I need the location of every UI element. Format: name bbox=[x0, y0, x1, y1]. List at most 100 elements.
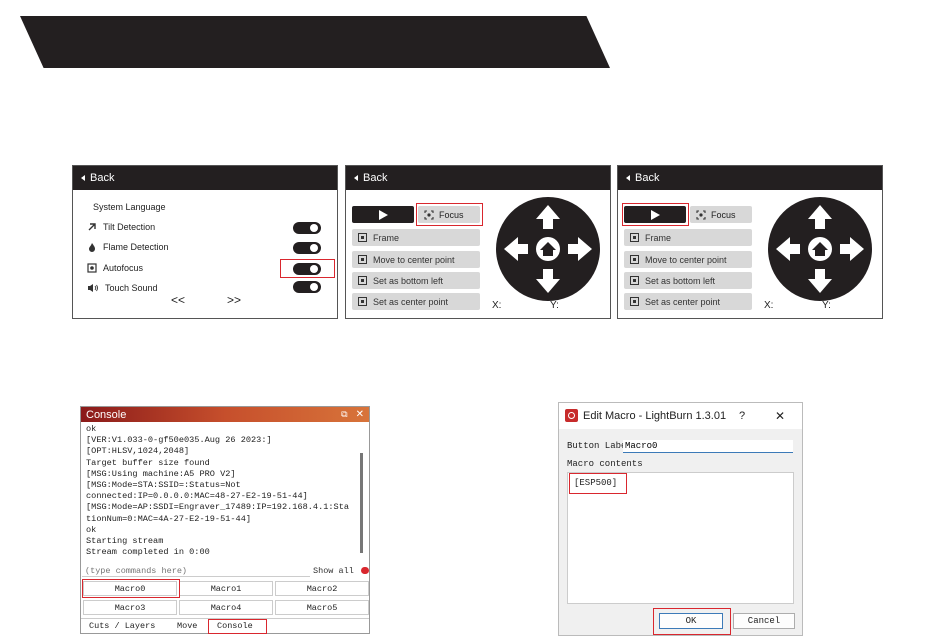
macro-contents-highlight bbox=[569, 473, 627, 494]
back-label: Back bbox=[90, 172, 115, 184]
setting-row-flame: Flame Detection bbox=[87, 242, 169, 252]
flame-detection-label: Flame Detection bbox=[103, 242, 169, 252]
show-all-label: Show all bbox=[313, 566, 354, 576]
macro3-button[interactable]: Macro3 bbox=[83, 600, 177, 615]
start-button[interactable] bbox=[352, 206, 414, 223]
bottom-tab-bar: Cuts / Layers Move Console bbox=[81, 618, 369, 634]
focus-icon bbox=[696, 209, 706, 220]
set-center-point-button[interactable]: Set as center point bbox=[624, 293, 752, 310]
bottom-left-icon bbox=[358, 276, 367, 285]
set-bottom-left-button[interactable]: Set as bottom left bbox=[624, 272, 752, 289]
console-scrollbar[interactable] bbox=[359, 425, 365, 565]
help-button[interactable]: ? bbox=[739, 410, 745, 422]
center-point-icon bbox=[630, 297, 639, 306]
move-panel-start: Back Focus Frame Move to center point Se… bbox=[617, 165, 883, 319]
tilt-detection-toggle[interactable] bbox=[293, 222, 321, 234]
next-page-button[interactable]: >> bbox=[227, 293, 241, 307]
touch-sound-toggle[interactable] bbox=[293, 281, 321, 293]
set-bottom-left-label: Set as bottom left bbox=[373, 275, 444, 286]
flame-detection-toggle[interactable] bbox=[293, 242, 321, 254]
tab-cuts-layers[interactable]: Cuts / Layers bbox=[89, 621, 155, 631]
set-center-point-button[interactable]: Set as center point bbox=[352, 293, 480, 310]
move-center-button[interactable]: Move to center point bbox=[624, 251, 752, 268]
set-bottom-left-label: Set as bottom left bbox=[645, 275, 716, 286]
ok-highlight bbox=[653, 608, 731, 635]
macro2-button[interactable]: Macro2 bbox=[275, 581, 369, 596]
console-title: Console bbox=[86, 408, 127, 421]
tilt-icon bbox=[88, 223, 96, 231]
back-button[interactable]: Back bbox=[618, 166, 882, 190]
set-center-point-label: Set as center point bbox=[645, 296, 721, 307]
speaker-icon bbox=[88, 284, 98, 292]
lightburn-logo-icon bbox=[565, 409, 578, 422]
center-point-icon bbox=[358, 297, 367, 306]
cancel-button[interactable]: Cancel bbox=[733, 613, 795, 629]
frame-icon bbox=[358, 233, 367, 242]
title-banner bbox=[20, 16, 610, 68]
autofocus-highlight bbox=[280, 259, 335, 278]
setting-row-touch-sound: Touch Sound bbox=[87, 283, 158, 293]
start-highlight bbox=[622, 203, 689, 226]
center-icon bbox=[358, 255, 367, 264]
focus-button[interactable]: Focus bbox=[690, 206, 752, 223]
move-center-button[interactable]: Move to center point bbox=[352, 251, 480, 268]
x-coordinate-label: X: bbox=[492, 300, 502, 311]
tilt-detection-label: Tilt Detection bbox=[103, 222, 156, 232]
close-button[interactable]: ✕ bbox=[775, 409, 785, 423]
back-button[interactable]: Back bbox=[73, 166, 337, 190]
macro-contents-caption: Macro contents bbox=[567, 459, 643, 469]
command-input[interactable] bbox=[82, 565, 310, 577]
direction-pad[interactable] bbox=[768, 197, 872, 301]
back-arrow-icon bbox=[81, 175, 85, 181]
float-window-icon[interactable]: ⧉ bbox=[341, 409, 347, 420]
x-coordinate-label: X: bbox=[764, 300, 774, 311]
set-bottom-left-button[interactable]: Set as bottom left bbox=[352, 272, 480, 289]
play-icon bbox=[378, 209, 388, 220]
back-label: Back bbox=[363, 172, 388, 184]
macro5-button[interactable]: Macro5 bbox=[275, 600, 369, 615]
system-language-item[interactable]: System Language bbox=[93, 202, 166, 212]
macro0-highlight bbox=[82, 579, 180, 598]
button-label-input[interactable] bbox=[623, 440, 793, 453]
back-arrow-icon bbox=[626, 175, 630, 181]
move-panel-focus: Back Focus Frame Move to center point Se… bbox=[345, 165, 611, 319]
console-titlebar: Console ⧉ ✕ bbox=[81, 407, 369, 422]
direction-pad[interactable] bbox=[496, 197, 600, 301]
console-log: ok [VER:V1.033-0-gf50e035.Aug 26 2023:] … bbox=[86, 424, 350, 558]
close-icon[interactable]: ✕ bbox=[356, 409, 364, 420]
frame-button[interactable]: Frame bbox=[624, 229, 752, 246]
macro1-button[interactable]: Macro1 bbox=[179, 581, 273, 596]
show-all-toggle[interactable] bbox=[361, 567, 369, 574]
frame-icon bbox=[630, 233, 639, 242]
dialog-titlebar: Edit Macro - LightBurn 1.3.01 ? ✕ bbox=[559, 403, 802, 429]
system-language-label: System Language bbox=[93, 202, 166, 212]
set-center-point-label: Set as center point bbox=[373, 296, 449, 307]
console-window: Console ⧉ ✕ ok [VER:V1.033-0-gf50e035.Au… bbox=[80, 406, 370, 634]
center-icon bbox=[630, 255, 639, 264]
scrollbar-thumb[interactable] bbox=[360, 453, 363, 553]
back-label: Back bbox=[635, 172, 660, 184]
edit-macro-dialog: Edit Macro - LightBurn 1.3.01 ? ✕ Button… bbox=[558, 402, 803, 636]
settings-panel: Back System Language Tilt Detection Flam… bbox=[72, 165, 338, 319]
prev-page-button[interactable]: << bbox=[171, 293, 185, 307]
back-button[interactable]: Back bbox=[346, 166, 610, 190]
focus-label: Focus bbox=[711, 209, 736, 220]
autofocus-icon bbox=[87, 263, 97, 273]
frame-button[interactable]: Frame bbox=[352, 229, 480, 246]
tab-move[interactable]: Move bbox=[177, 621, 197, 631]
back-arrow-icon bbox=[354, 175, 358, 181]
bottom-left-icon bbox=[630, 276, 639, 285]
console-tab-highlight bbox=[208, 619, 267, 634]
move-center-label: Move to center point bbox=[645, 254, 727, 265]
touch-sound-label: Touch Sound bbox=[105, 283, 158, 293]
move-center-label: Move to center point bbox=[373, 254, 455, 265]
flame-icon bbox=[89, 243, 95, 252]
setting-row-autofocus: Autofocus bbox=[87, 263, 143, 273]
autofocus-label: Autofocus bbox=[103, 263, 144, 273]
frame-label: Frame bbox=[373, 232, 400, 243]
frame-label: Frame bbox=[645, 232, 672, 243]
focus-highlight bbox=[416, 203, 483, 226]
macro4-button[interactable]: Macro4 bbox=[179, 600, 273, 615]
y-coordinate-label: Y: bbox=[822, 300, 831, 311]
setting-row-tilt: Tilt Detection bbox=[87, 222, 155, 232]
